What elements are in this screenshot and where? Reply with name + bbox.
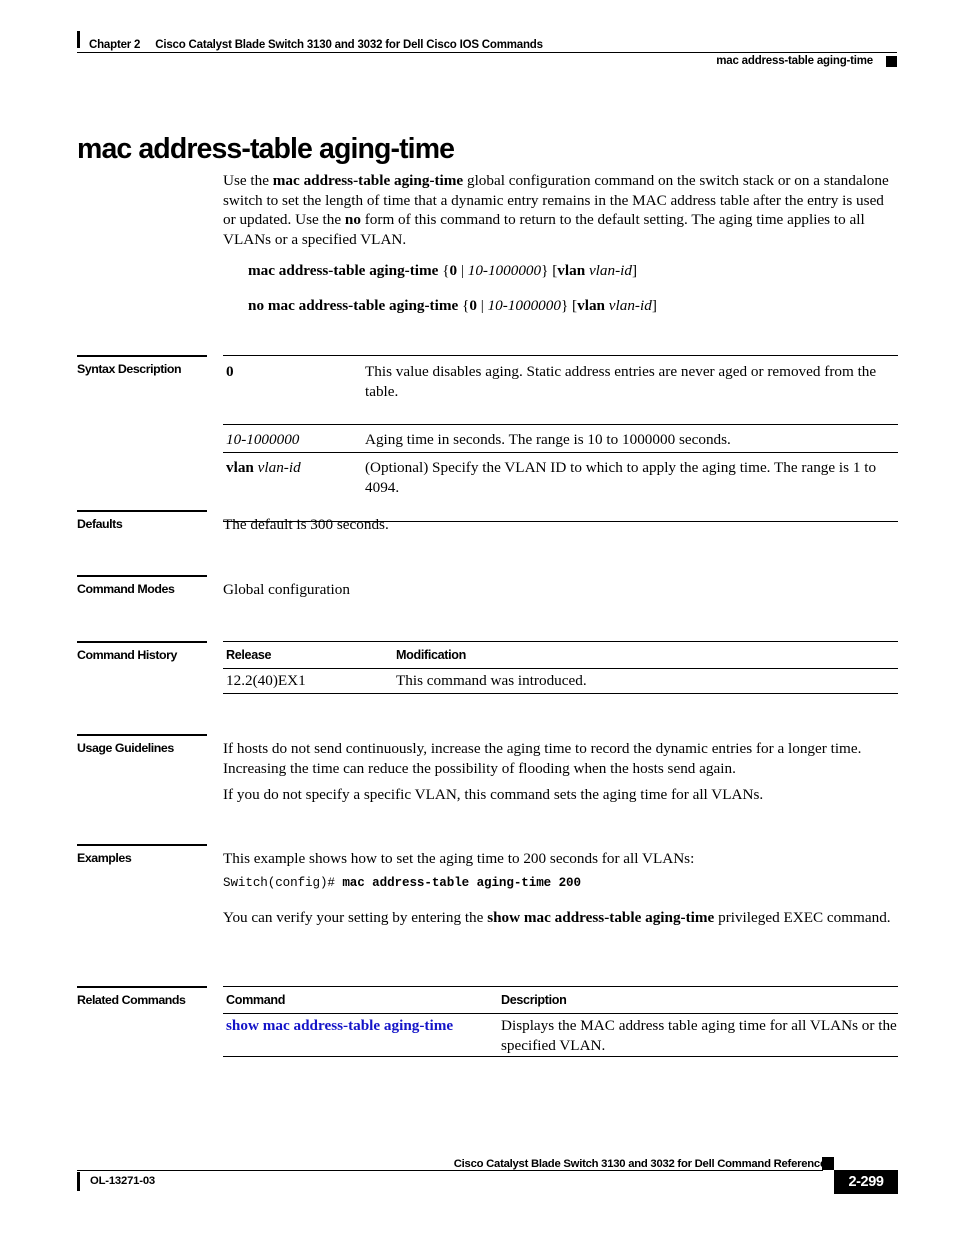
section-label-examples: Examples [77, 851, 132, 865]
syntax-line-negative: no mac address-table aging-time {0 | 10-… [248, 296, 657, 315]
cli-example-line: Switch(config)# mac address-table aging-… [223, 875, 581, 891]
syntax-table-row-0-description: This value disables aging. Static addres… [365, 363, 877, 400]
section-label-command-modes: Command Modes [77, 582, 175, 596]
section-label-command-history: Command History [77, 648, 177, 662]
history-table-rule-bottom [223, 693, 898, 694]
cli-command: mac address-table aging-time 200 [342, 876, 581, 890]
footer-rule [77, 1170, 823, 1172]
history-header-modification: Modification [396, 648, 466, 662]
syntax-table-row-0-term: 0 [226, 362, 356, 382]
syntax-table-row-1-description: Aging time in seconds. The range is 10 t… [365, 431, 731, 448]
history-row-0-release: 12.2(40)EX1 [226, 672, 306, 689]
syntax1-zero: 0 [449, 262, 458, 279]
header-topic-title: mac address-table aging-time [716, 55, 873, 67]
examples-paragraph-2: You can verify your setting by entering … [223, 908, 898, 928]
cli-prompt: Switch(config)# [223, 876, 343, 890]
syntax1-command: mac address-table aging-time [248, 262, 439, 279]
syntax1-vlan-keyword: vlan [557, 262, 586, 279]
running-header-topic-line: mac address-table aging-time [716, 55, 897, 67]
related-table-rule-top [223, 986, 898, 988]
running-header-chapter-line: Chapter 2 Cisco Catalyst Blade Switch 31… [77, 31, 897, 51]
page-title: mac address-table aging-time [77, 133, 455, 166]
syntax2-brace-open: { [458, 297, 470, 314]
footer-page-number: 2-299 [834, 1170, 898, 1194]
syntax1-vlan-id: vlan-id [585, 262, 632, 279]
command-modes-text: Global configuration [223, 581, 350, 598]
related-table-rule-mid [223, 1013, 898, 1014]
syntax2-vlan-id: vlan-id [604, 297, 652, 314]
section-label-usage-guidelines: Usage Guidelines [77, 741, 174, 755]
history-table-rule-mid [223, 668, 898, 669]
document-page: Chapter 2 Cisco Catalyst Blade Switch 31… [0, 0, 954, 1235]
related-row-0-command[interactable]: show mac address-table aging-time [226, 1016, 496, 1036]
syntax2-pipe: | [476, 297, 488, 314]
syntax-table-rule-1 [223, 424, 898, 425]
header-chapter-title: Cisco Catalyst Blade Switch 3130 and 303… [155, 39, 543, 51]
syntax-table-row-2-term: vlan vlan-id [226, 458, 356, 478]
footer-document-id: OL-13271-03 [90, 1175, 155, 1187]
syntax-table-rule-2 [223, 452, 898, 453]
command-history-label-rule [77, 641, 207, 643]
footer-left-bar-decoration [77, 1172, 80, 1191]
related-table-rule-bottom [223, 1056, 898, 1057]
history-header-release: Release [226, 648, 272, 662]
syntax-table-row-0-term-bold: 0 [226, 363, 234, 380]
header-chapter-number: Chapter 2 [89, 39, 141, 51]
intro-paragraph: Use the mac address-table aging-time glo… [223, 171, 898, 249]
syntax-description-label-rule [77, 355, 207, 357]
syntax-line-affirmative: mac address-table aging-time {0 | 10-100… [248, 261, 637, 280]
history-table-rule-top [223, 641, 898, 643]
footer-square-marker-icon [822, 1157, 834, 1170]
examples-paragraph-1: This example shows how to set the aging … [223, 850, 695, 867]
usage-guidelines-paragraph-2: If you do not specify a specific VLAN, t… [223, 786, 764, 803]
running-header: Chapter 2 Cisco Catalyst Blade Switch 31… [77, 31, 897, 69]
related-row-0-description: Displays the MAC address table aging tim… [501, 1017, 897, 1054]
section-label-syntax-description: Syntax Description [77, 362, 182, 376]
usage-guidelines-paragraph-1: If hosts do not send continuously, incre… [223, 740, 862, 777]
section-label-related-commands: Related Commands [77, 993, 186, 1007]
defaults-text: The default is 300 seconds. [223, 516, 389, 533]
examples-verify-text-a: You can verify your setting by entering … [223, 909, 488, 926]
syntax2-command: no mac address-table aging-time [248, 297, 459, 314]
syntax2-brace-close: } [ [560, 297, 578, 314]
header-square-marker-icon [886, 55, 897, 67]
syntax2-zero: 0 [469, 297, 477, 314]
related-header-description: Description [501, 993, 567, 1007]
syntax2-vlan-keyword: vlan [577, 297, 605, 314]
usage-guidelines-label-rule [77, 734, 207, 736]
defaults-label-rule [77, 510, 207, 512]
section-label-defaults: Defaults [77, 517, 123, 531]
intro-text-a: Use the [223, 172, 273, 189]
footer-document-title: Cisco Catalyst Blade Switch 3130 and 303… [453, 1158, 827, 1170]
command-modes-label-rule [77, 575, 207, 577]
related-commands-label-rule [77, 986, 207, 988]
intro-no-keyword: no [344, 211, 361, 229]
syntax2-bracket-close: ] [651, 297, 657, 314]
header-rule [77, 52, 897, 54]
syntax2-range: 10-1000000 [487, 297, 561, 314]
examples-show-command: show mac address-table aging-time [487, 909, 715, 926]
examples-verify-text-c: privileged EXEC command. [714, 909, 891, 926]
examples-label-rule [77, 844, 207, 846]
syntax-table-rule-top [223, 355, 898, 357]
history-row-0-modification: This command was introduced. [396, 672, 587, 689]
header-left-bar-decoration [77, 31, 80, 48]
syntax-table-row-2-term-italic: vlan-id [253, 459, 301, 476]
syntax1-pipe: | [457, 262, 468, 279]
syntax-table-row-2-description: (Optional) Specify the VLAN ID to which … [365, 459, 877, 496]
intro-command-name: mac address-table aging-time [272, 172, 464, 189]
syntax-table-row-1-term-italic: 10-1000000 [226, 431, 300, 448]
related-header-command: Command [226, 993, 286, 1007]
syntax1-bracket-close: ] [631, 262, 638, 279]
syntax1-brace-open: { [438, 262, 450, 279]
syntax1-range: 10-1000000 [467, 262, 542, 279]
syntax1-brace-close: } [ [541, 262, 558, 279]
syntax-table-row-1-term: 10-1000000 [226, 430, 356, 450]
syntax-table-row-2-term-bold: vlan [226, 459, 254, 476]
link-show-mac-address-table-aging-time[interactable]: show mac address-table aging-time [226, 1017, 453, 1034]
